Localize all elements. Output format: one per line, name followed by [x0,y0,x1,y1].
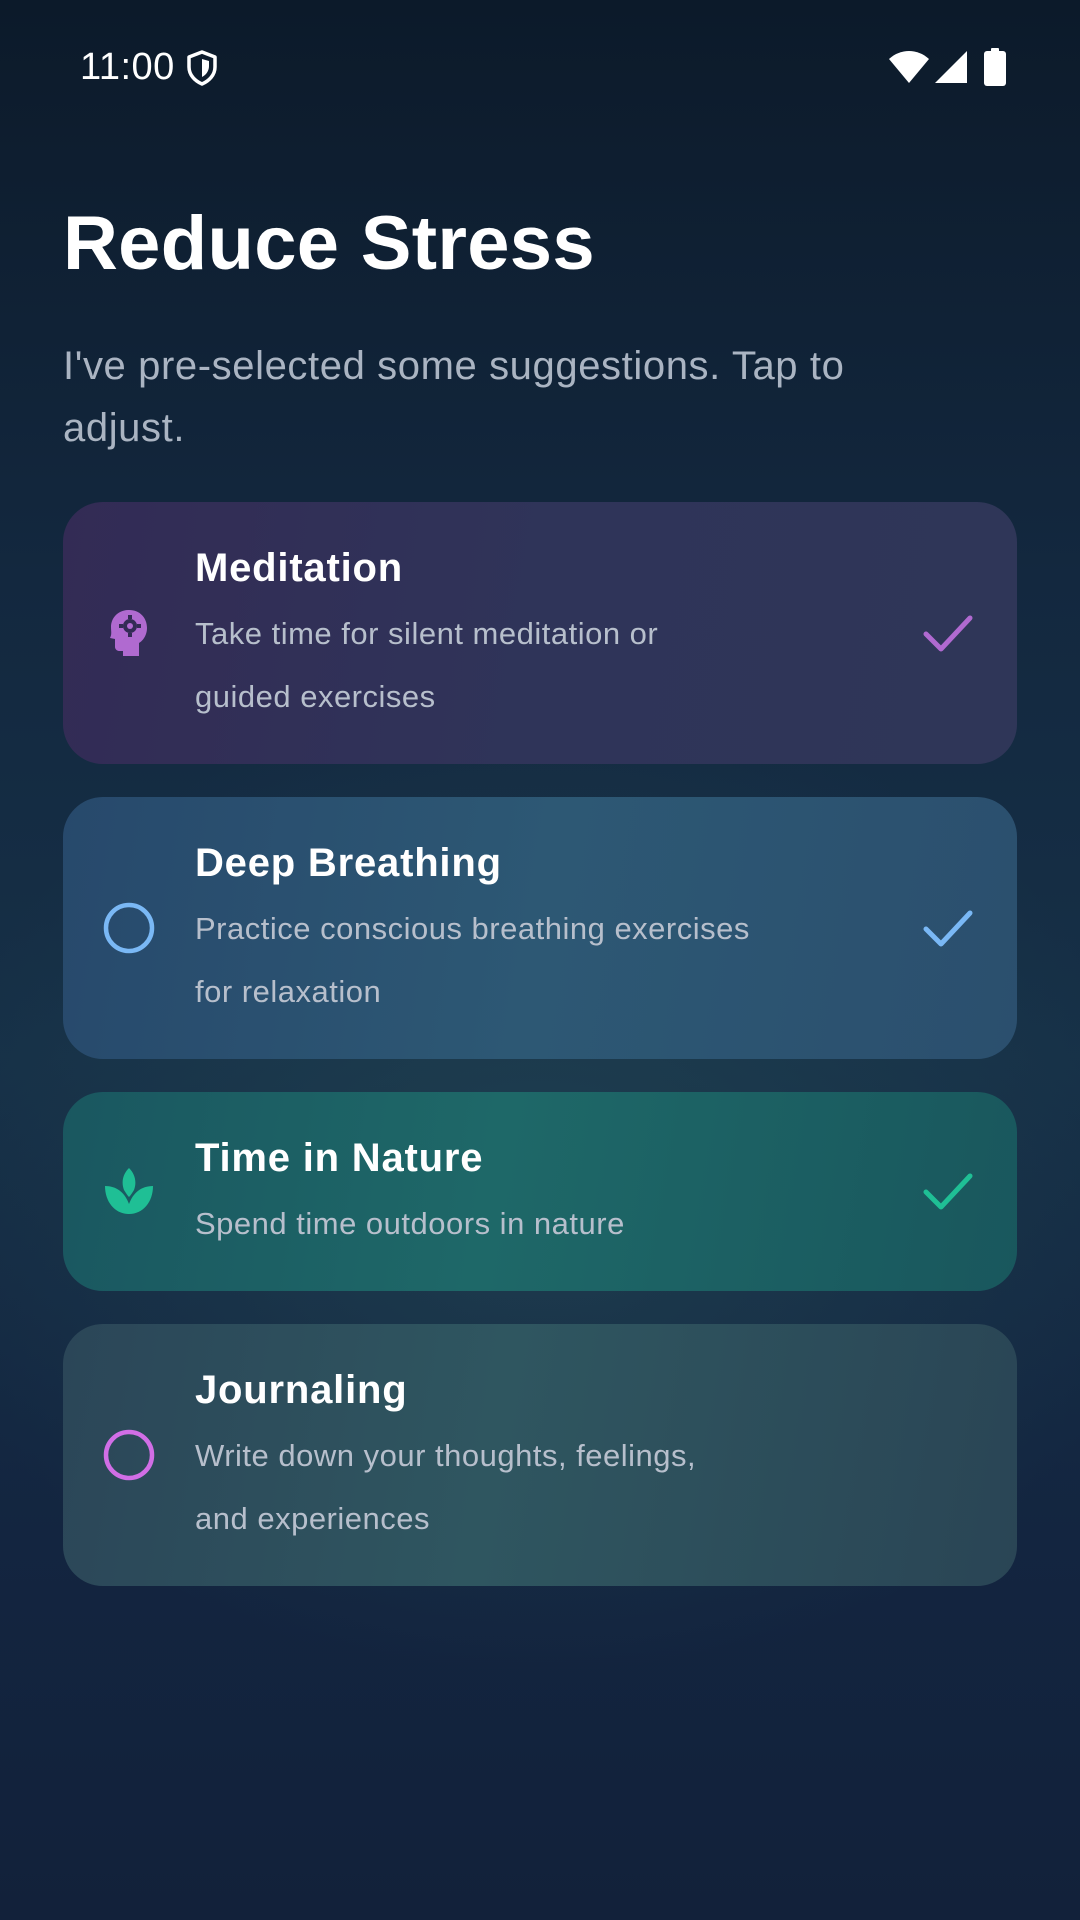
status-bar: 11:00 [0,0,1080,136]
card-title: Deep Breathing [195,841,502,885]
wifi-icon [889,51,929,83]
page-subtitle: I've pre-selected some suggestions. Tap … [63,344,845,450]
suggestion-card-journaling[interactable]: Journaling Write down your thoughts, fee… [63,1324,1017,1586]
battery-icon [984,48,1006,86]
cell-signal-icon [935,51,967,83]
leaf-spa-icon [105,1168,153,1214]
shield-icon [187,50,217,86]
suggestion-card-meditation[interactable]: Meditation Take time for silent meditati… [63,502,1017,764]
card-description: Practice conscious breathing exercises f… [195,911,750,1009]
card-title: Meditation [195,546,403,590]
check-icon [923,615,973,652]
check-icon [923,910,973,947]
suggestion-card-time-in-nature[interactable]: Time in Nature Spend time outdoors in na… [63,1092,1017,1291]
card-description: Spend time outdoors in nature [195,1206,625,1241]
head-gear-icon [110,610,147,656]
suggestion-card-deep-breathing[interactable]: Deep Breathing Practice conscious breath… [63,797,1017,1059]
card-title: Journaling [195,1368,408,1412]
card-title: Time in Nature [195,1136,484,1180]
circle-outline-icon [103,902,155,954]
circle-outline-icon [103,1429,155,1481]
check-icon [923,1173,973,1210]
card-description: Write down your thoughts, feelings, and … [195,1438,697,1536]
card-description: Take time for silent meditation or guide… [195,616,659,714]
status-time: 11:00 [80,46,175,88]
page-title: Reduce Stress [63,201,595,286]
